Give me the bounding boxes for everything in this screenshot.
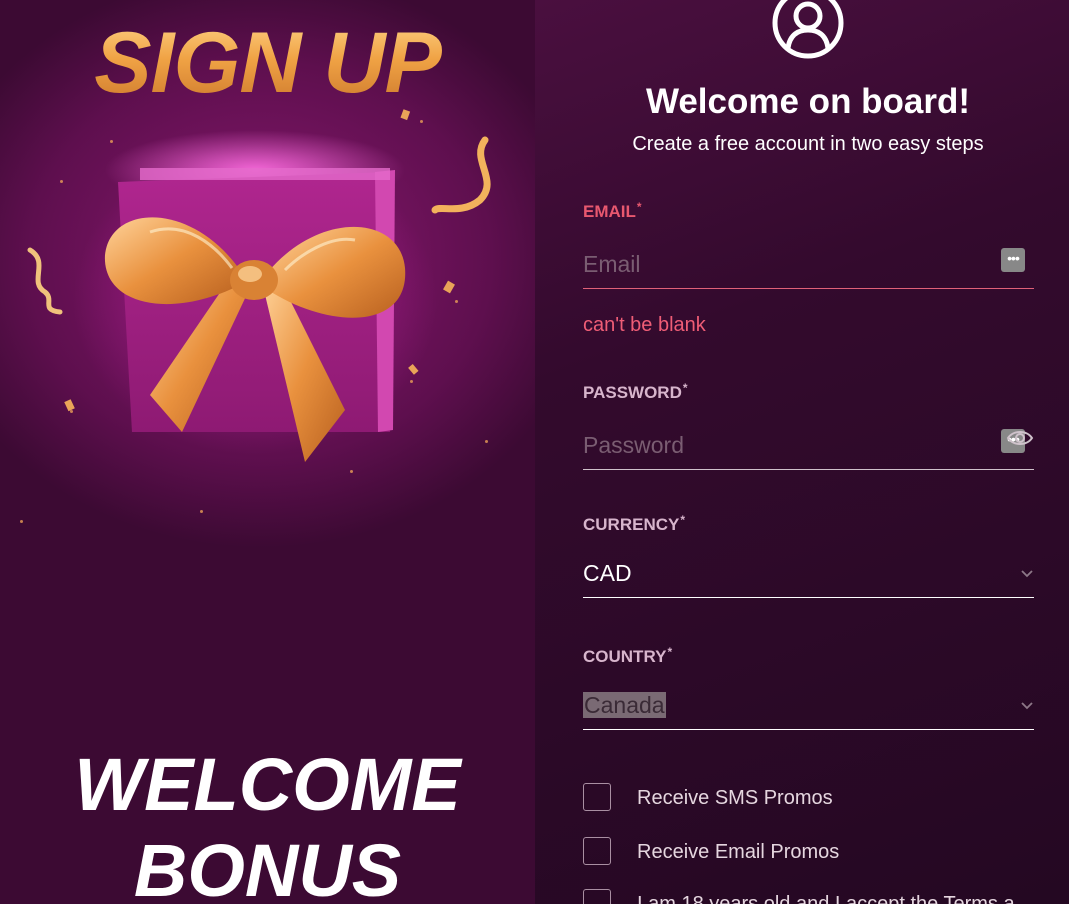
country-label: COUNTRY* [583, 645, 1034, 667]
email-field-group: EMAIL* ••• can't be blank [583, 200, 1034, 342]
welcome-bonus-title: WELCOME BONUS [0, 742, 535, 904]
password-manager-icon[interactable]: ••• [1001, 248, 1025, 272]
gift-box-illustration [27, 109, 491, 462]
email-input[interactable] [583, 240, 1034, 289]
country-label-text: COUNTRY [583, 647, 667, 666]
password-label: PASSWORD* [583, 381, 1034, 403]
sms-promos-label: Receive SMS Promos [637, 787, 833, 809]
password-input[interactable] [583, 421, 1034, 470]
age-terms-checkbox[interactable] [583, 889, 611, 904]
email-promos-checkbox[interactable] [583, 837, 611, 865]
bonus-line-1: WELCOME [74, 743, 461, 826]
required-mark: * [682, 381, 688, 395]
chevron-down-icon [1021, 702, 1033, 710]
required-mark: * [667, 645, 673, 659]
signup-form-panel: Welcome on board! Create a free account … [535, 0, 1069, 904]
sms-promos-checkbox[interactable] [583, 783, 611, 811]
form-subheading: Create a free account in two easy steps [632, 133, 984, 155]
email-error-message: can't be blank [583, 314, 706, 336]
sms-promos-option[interactable]: Receive SMS Promos [583, 783, 1063, 815]
country-value: Canada [583, 692, 666, 718]
email-label-text: EMAIL [583, 202, 636, 221]
password-field-group: PASSWORD* ••• [583, 381, 1034, 473]
country-field-group: COUNTRY* Canada [583, 645, 1034, 737]
promo-panel: SIGN UP WELCOME BONUS [0, 0, 535, 904]
country-select[interactable]: Canada [583, 681, 1034, 730]
email-promos-label: Receive Email Promos [637, 841, 840, 863]
required-mark: * [636, 200, 642, 214]
user-circle-icon [772, 0, 844, 59]
bonus-line-2: BONUS [133, 829, 402, 904]
eye-icon[interactable] [1006, 428, 1034, 448]
age-terms-option[interactable]: I am 18 years old and I accept the Terms… [583, 889, 1063, 904]
chevron-down-icon [1021, 570, 1033, 578]
age-terms-label: I am 18 years old and I accept the Terms… [637, 893, 1015, 904]
currency-label: CURRENCY* [583, 513, 1034, 535]
currency-label-text: CURRENCY [583, 515, 680, 534]
required-mark: * [680, 513, 686, 527]
password-label-text: PASSWORD [583, 383, 682, 402]
form-heading: Welcome on board! [645, 82, 971, 121]
email-label: EMAIL* [583, 200, 1034, 222]
email-promos-option[interactable]: Receive Email Promos [583, 837, 1063, 869]
currency-select[interactable]: CAD [583, 549, 1034, 598]
currency-field-group: CURRENCY* CAD [583, 513, 1034, 605]
currency-value: CAD [583, 560, 632, 586]
